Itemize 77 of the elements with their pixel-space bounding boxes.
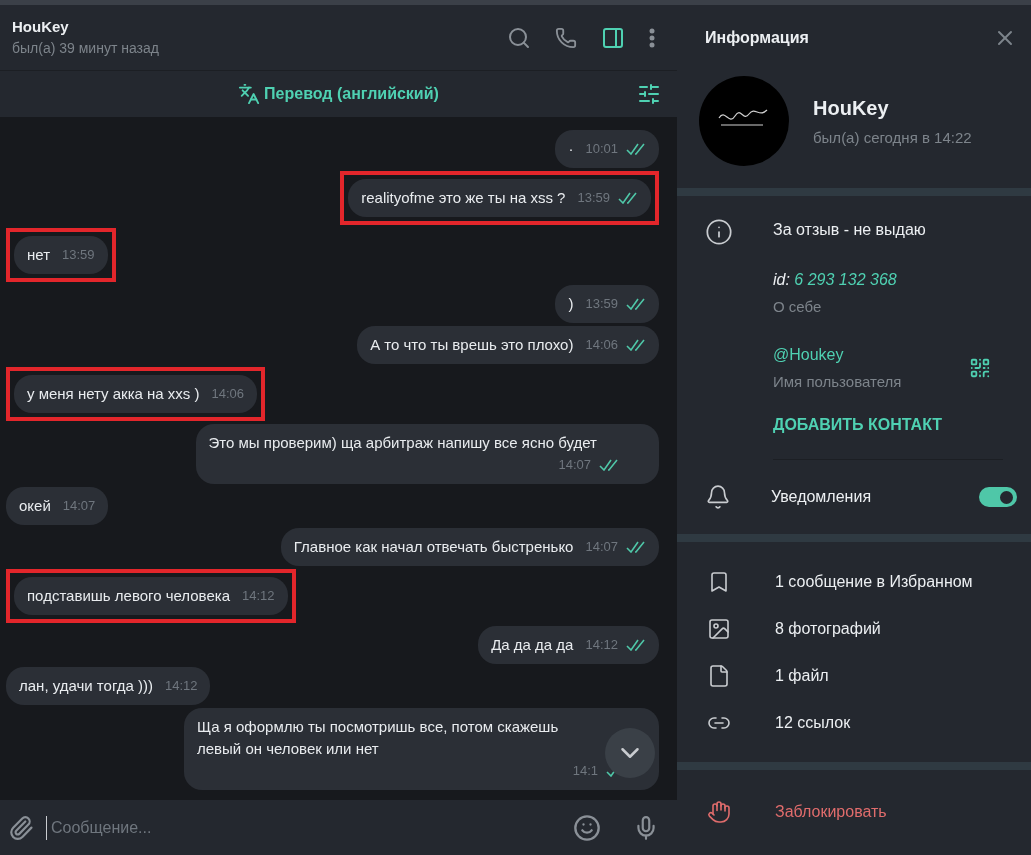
info-icon: [705, 218, 733, 246]
call-button[interactable]: [555, 26, 577, 49]
message-time: 13:59: [62, 246, 95, 264]
paperclip-icon: [8, 814, 34, 841]
side-panel-button[interactable]: [601, 25, 625, 50]
message-text: подставишь левого человека: [27, 586, 230, 606]
image-icon: [707, 616, 731, 641]
hand-icon: [707, 800, 731, 824]
double-check-icon: [626, 143, 646, 155]
double-check-icon: [626, 298, 646, 310]
attach-button[interactable]: [8, 814, 34, 841]
message-time: 13:59: [585, 295, 618, 313]
chat-status: был(а) 39 минут назад: [12, 39, 160, 59]
search-icon: [507, 25, 531, 50]
add-contact-button[interactable]: ДОБАВИТЬ КОНТАКТ: [773, 413, 1003, 460]
message-time: 14:06: [585, 336, 618, 354]
message-text: Да да да да: [491, 635, 574, 655]
notifications-label: Уведомления: [771, 487, 873, 507]
translate-icon: [238, 83, 261, 105]
sliders-icon: [637, 82, 661, 106]
side-panel-icon: [601, 25, 625, 50]
message-text: Главное как начал отвечать быстренько: [293, 537, 574, 557]
double-check-icon: [599, 459, 619, 471]
message-time: 10:01: [585, 140, 618, 158]
avatar-icon: [699, 76, 789, 166]
message-time: 14:07: [585, 538, 618, 556]
media-row[interactable]: 8 фотографий: [677, 605, 1031, 652]
qr-code-button[interactable]: [969, 356, 991, 379]
message-text: ): [568, 294, 574, 314]
more-button[interactable]: [649, 27, 655, 48]
contact-name: HouKey: [813, 95, 890, 121]
emoji-button[interactable]: [573, 813, 601, 842]
phone-icon: [555, 26, 577, 49]
message-time: 14:07: [558, 456, 591, 474]
message-time: 14:1: [572, 762, 598, 780]
double-check-icon: [626, 541, 646, 553]
media-row[interactable]: 1 сообщение в Избранном: [677, 558, 1031, 605]
message-time: 14:06: [211, 385, 245, 403]
message-time: 14:12: [164, 677, 198, 695]
last-seen: был(а) сегодня в 14:22: [813, 127, 972, 148]
qr-code-icon: [969, 356, 991, 379]
message-text: ·: [568, 139, 574, 159]
block-button[interactable]: Заблокировать: [677, 800, 917, 824]
message-time: 13:59: [577, 189, 610, 207]
message-text: нет: [27, 245, 50, 265]
notifications-toggle[interactable]: [979, 487, 1017, 507]
message-time: 14:07: [62, 497, 96, 515]
message-time: 14:12: [242, 587, 275, 605]
bell-icon: [705, 484, 731, 510]
message-text: лан, удачи тогда ))): [19, 676, 153, 696]
translate-settings-button[interactable]: [637, 82, 661, 106]
panel-title: Информация: [705, 27, 809, 48]
message-input[interactable]: Сообщение...: [46, 815, 561, 840]
file-icon: [707, 663, 731, 688]
double-check-icon: [626, 339, 646, 351]
message-time: 14:12: [585, 636, 618, 654]
composer-bar[interactable]: Сообщение...: [0, 800, 677, 855]
message-text: Ща я оформлю ты посмотришь все, потом скажешь левый он человек или нет: [197, 717, 560, 759]
media-row[interactable]: 12 ссылок: [677, 699, 1031, 746]
user-id: id: 6 293 132 368: [773, 270, 898, 290]
media-row[interactable]: 1 файл: [677, 652, 1031, 699]
message-text: у меня нету акка на xxs ): [27, 384, 200, 404]
username-link[interactable]: @Houkey: [773, 342, 902, 367]
translate-button[interactable]: Перевод (английский): [238, 82, 439, 106]
message-text: А то что ты врешь это плохо): [370, 335, 574, 355]
more-icon: [649, 27, 655, 48]
search-button[interactable]: [507, 25, 531, 50]
double-check-icon: [618, 192, 638, 204]
username-caption: Имя пользователя: [773, 371, 902, 392]
message-text: Это мы проверим) ща арбитраж напишу все ясно будет: [208, 433, 597, 453]
message-text: окей: [19, 496, 51, 516]
bio-caption: О себе: [773, 297, 823, 317]
chat-title: HouKey: [12, 16, 70, 37]
smiley-icon: [573, 813, 601, 842]
bio-text: За отзыв - не выдаю: [773, 220, 927, 240]
double-check-icon: [626, 639, 646, 651]
message-text: realityofme это же ты на xss ?: [361, 188, 566, 208]
